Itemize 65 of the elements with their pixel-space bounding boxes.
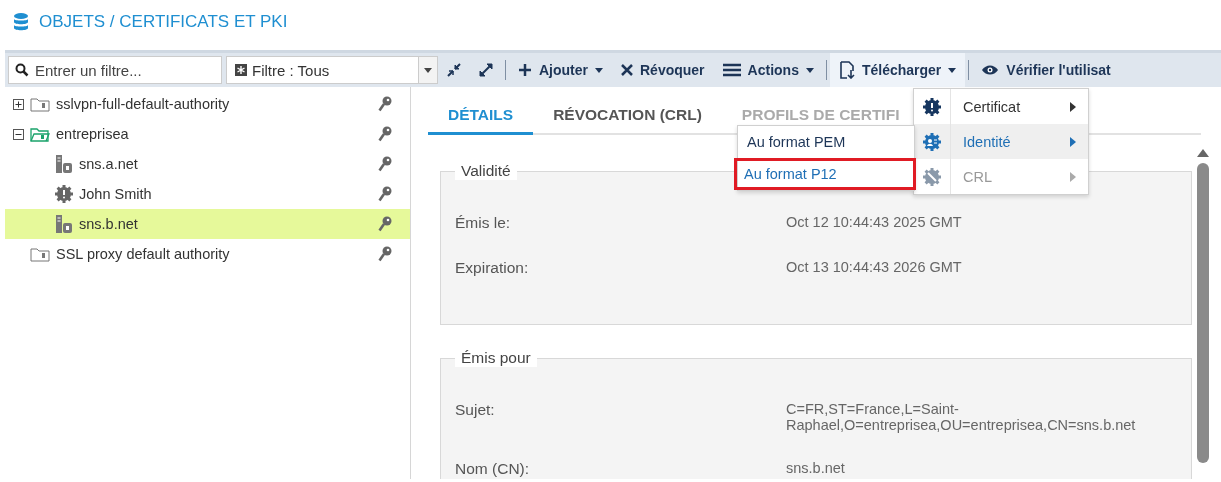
folder-icon bbox=[30, 96, 50, 112]
filter-icon bbox=[235, 64, 247, 76]
filter-field[interactable]: Entrer un filtre... bbox=[8, 56, 222, 84]
key-icon bbox=[378, 156, 392, 172]
caret-icon bbox=[948, 67, 957, 73]
field-value: sns.b.net bbox=[786, 460, 846, 478]
folder-icon bbox=[30, 246, 50, 262]
submenu-arrow-icon bbox=[1070, 171, 1076, 182]
verify-button[interactable]: Vérifier l'utilisat bbox=[972, 53, 1120, 87]
download-button[interactable]: Télécharger bbox=[829, 53, 966, 87]
actions-button[interactable]: Actions bbox=[713, 53, 823, 87]
section-title: Émis pour bbox=[455, 349, 537, 367]
field-label: Nom (CN): bbox=[455, 460, 531, 478]
scroll-up-icon bbox=[1197, 149, 1209, 157]
tab[interactable]: RÉVOCATION (CRL) bbox=[533, 99, 722, 133]
dropdown-arrow-icon bbox=[424, 67, 432, 73]
field-label: Expiration: bbox=[455, 259, 530, 277]
tree-item[interactable]: entreprisea bbox=[5, 119, 410, 149]
submenu-arrow-icon bbox=[1070, 136, 1076, 147]
key-icon bbox=[378, 96, 392, 112]
eye-icon bbox=[981, 64, 1000, 76]
collapse-icon bbox=[447, 63, 461, 77]
plus-icon bbox=[518, 63, 532, 77]
server-icon bbox=[55, 214, 73, 234]
database-icon bbox=[13, 12, 29, 32]
tree-item[interactable]: sns.a.net bbox=[5, 149, 410, 179]
expand-toggle-icon bbox=[13, 98, 24, 110]
key-icon bbox=[378, 216, 392, 232]
gear-icon bbox=[923, 167, 941, 186]
server-icon bbox=[55, 154, 73, 174]
gear-icon bbox=[923, 132, 941, 151]
field-label: Émis le: bbox=[455, 214, 512, 232]
gear-icon bbox=[55, 185, 73, 203]
scrollbar-thumb[interactable] bbox=[1197, 163, 1209, 463]
field-value: Oct 12 10:44:43 2025 GMT bbox=[786, 214, 963, 232]
key-icon bbox=[378, 126, 392, 142]
search-icon bbox=[15, 63, 29, 77]
tree-item[interactable]: John Smith bbox=[5, 179, 410, 209]
open-folder-icon bbox=[30, 126, 50, 142]
close-icon bbox=[621, 64, 633, 76]
menu-item[interactable]: Au format PEM bbox=[738, 126, 914, 158]
page-title: OBJETS / CERTIFICATS ET PKI bbox=[39, 12, 288, 32]
menu-item[interactable]: Au format P12 bbox=[734, 158, 916, 190]
revoke-button[interactable]: Révoquer bbox=[612, 53, 714, 87]
menu-icon bbox=[722, 63, 741, 77]
section-title: Validité bbox=[455, 162, 517, 180]
caret-icon bbox=[805, 67, 814, 73]
document-download-icon bbox=[838, 61, 855, 79]
filter-dropdown[interactable]: Filtre : Tous bbox=[226, 56, 438, 84]
add-button[interactable]: Ajouter bbox=[509, 53, 612, 87]
field-label: Sujet: bbox=[455, 401, 496, 420]
menu-item[interactable]: Identité bbox=[914, 124, 1088, 159]
badge-icon bbox=[923, 97, 941, 116]
collapse-toggle-icon bbox=[13, 128, 24, 140]
tree-item[interactable]: sns.b.net bbox=[5, 209, 410, 239]
caret-icon bbox=[595, 67, 603, 73]
expand-icon bbox=[479, 63, 493, 77]
tab[interactable]: DÉTAILS bbox=[428, 99, 534, 135]
tree-item[interactable]: sslvpn-full-default-authority bbox=[5, 89, 410, 119]
submenu-arrow-icon bbox=[1070, 101, 1076, 112]
key-icon bbox=[378, 246, 392, 262]
key-icon bbox=[378, 186, 392, 202]
field-value: Oct 13 10:44:43 2026 GMT bbox=[786, 259, 963, 277]
field-value: C=FR,ST=France,L=Saint-Raphael,O=entreprisea,OU=entreprisea,CN=sns.b.net bbox=[786, 401, 1137, 433]
tree-item[interactable]: SSL proxy default authority bbox=[5, 239, 410, 269]
